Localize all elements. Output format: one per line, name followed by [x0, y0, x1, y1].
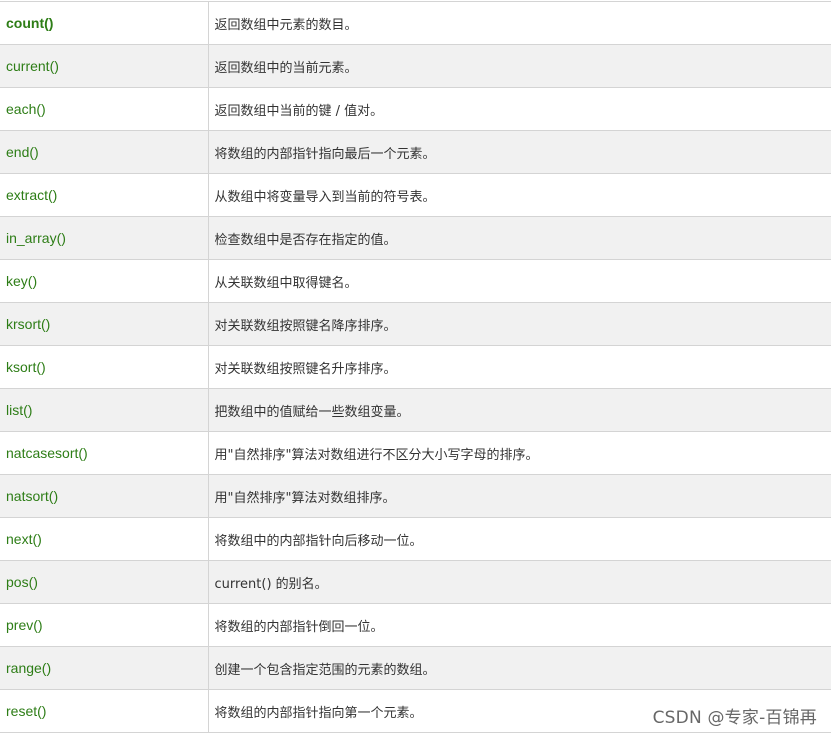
function-name-link[interactable]: reset()	[0, 689, 209, 733]
table-row: pos() current() 的别名。	[0, 560, 831, 604]
table-row: count() 返回数组中元素的数目。	[0, 1, 831, 45]
function-name-link[interactable]: natsort()	[0, 474, 209, 518]
function-description: 将数组中的内部指针向后移动一位。	[207, 517, 831, 561]
function-name-link[interactable]: list()	[0, 388, 209, 432]
table-row: krsort() 对关联数组按照键名降序排序。	[0, 302, 831, 346]
function-name-link[interactable]: natcasesort()	[0, 431, 209, 475]
function-description: 检查数组中是否存在指定的值。	[207, 216, 831, 260]
table-row: prev() 将数组的内部指针倒回一位。	[0, 603, 831, 647]
table-row: in_array() 检查数组中是否存在指定的值。	[0, 216, 831, 260]
function-description: 返回数组中元素的数目。	[207, 1, 831, 45]
function-description: 返回数组中当前的键 / 值对。	[207, 87, 831, 131]
function-name-link[interactable]: count()	[0, 1, 209, 45]
function-name-link[interactable]: in_array()	[0, 216, 209, 260]
function-name-link[interactable]: each()	[0, 87, 209, 131]
table-row: key() 从关联数组中取得键名。	[0, 259, 831, 303]
function-name-link[interactable]: ksort()	[0, 345, 209, 389]
function-description: 用"自然排序"算法对数组进行不区分大小写字母的排序。	[207, 431, 831, 475]
function-description: 将数组的内部指针指向最后一个元素。	[207, 130, 831, 174]
function-name-link[interactable]: prev()	[0, 603, 209, 647]
function-description: 把数组中的值赋给一些数组变量。	[207, 388, 831, 432]
function-name-link[interactable]: key()	[0, 259, 209, 303]
function-description: 对关联数组按照键名升序排序。	[207, 345, 831, 389]
function-name-link[interactable]: end()	[0, 130, 209, 174]
function-name-link[interactable]: current()	[0, 44, 209, 88]
function-name-link[interactable]: next()	[0, 517, 209, 561]
function-description: 从关联数组中取得键名。	[207, 259, 831, 303]
function-name-link[interactable]: pos()	[0, 560, 209, 604]
function-description: 用"自然排序"算法对数组排序。	[207, 474, 831, 518]
function-description: 对关联数组按照键名降序排序。	[207, 302, 831, 346]
function-description: 返回数组中的当前元素。	[207, 44, 831, 88]
function-name-link[interactable]: krsort()	[0, 302, 209, 346]
csdn-watermark: CSDN @专家-百锦再	[652, 708, 817, 728]
table-row: natcasesort() 用"自然排序"算法对数组进行不区分大小写字母的排序。	[0, 431, 831, 475]
table-row: list() 把数组中的值赋给一些数组变量。	[0, 388, 831, 432]
function-description: 创建一个包含指定范围的元素的数组。	[207, 646, 831, 690]
table-row: range() 创建一个包含指定范围的元素的数组。	[0, 646, 831, 690]
table-row: current() 返回数组中的当前元素。	[0, 44, 831, 88]
function-description: 从数组中将变量导入到当前的符号表。	[207, 173, 831, 217]
function-name-link[interactable]: extract()	[0, 173, 209, 217]
table-row: each() 返回数组中当前的键 / 值对。	[0, 87, 831, 131]
function-name-link[interactable]: range()	[0, 646, 209, 690]
table-row: extract() 从数组中将变量导入到当前的符号表。	[0, 173, 831, 217]
table-row: natsort() 用"自然排序"算法对数组排序。	[0, 474, 831, 518]
function-description: 将数组的内部指针倒回一位。	[207, 603, 831, 647]
table-row: end() 将数组的内部指针指向最后一个元素。	[0, 130, 831, 174]
table-row: next() 将数组中的内部指针向后移动一位。	[0, 517, 831, 561]
array-functions-table: count() 返回数组中元素的数目。 current() 返回数组中的当前元素…	[0, 1, 831, 733]
table-row: ksort() 对关联数组按照键名升序排序。	[0, 345, 831, 389]
function-description: current() 的别名。	[207, 560, 831, 604]
